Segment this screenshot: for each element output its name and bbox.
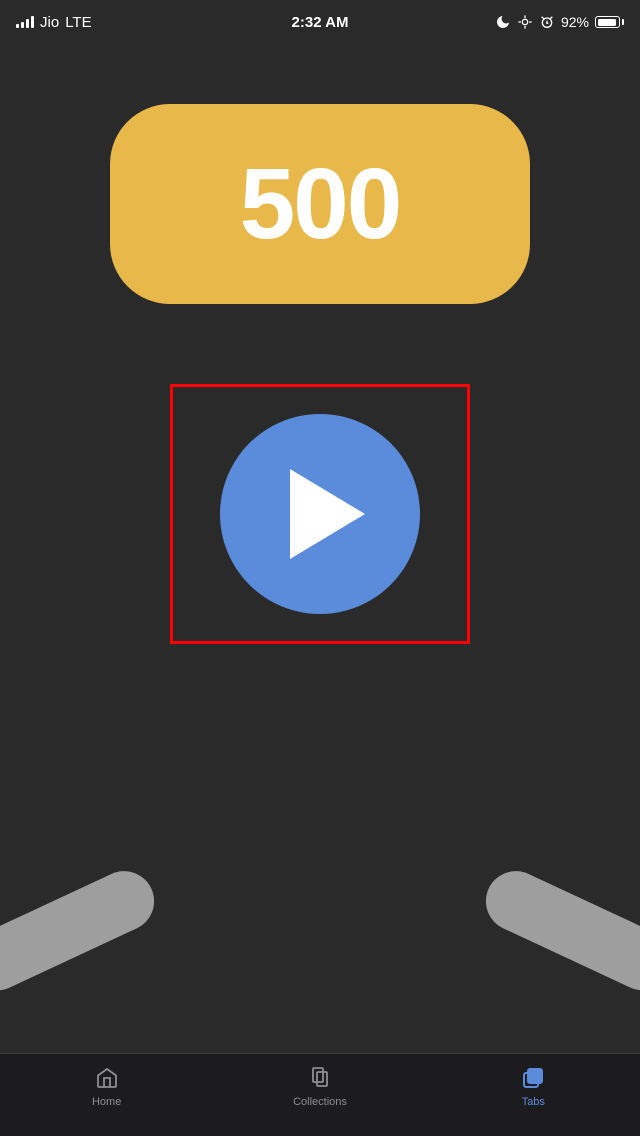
flipper-left[interactable] bbox=[0, 861, 164, 1000]
carrier-label: Jio bbox=[40, 14, 59, 31]
score-pill: 500 bbox=[110, 104, 530, 304]
alarm-icon bbox=[539, 14, 555, 30]
status-right: 92% bbox=[495, 14, 624, 30]
collections-icon bbox=[306, 1064, 334, 1092]
home-icon bbox=[93, 1064, 121, 1092]
play-button[interactable] bbox=[220, 414, 420, 614]
tab-bar: Home Collections Tabs bbox=[0, 1053, 640, 1136]
tab-home[interactable]: Home bbox=[0, 1064, 213, 1108]
tab-collections[interactable]: Collections bbox=[213, 1064, 426, 1108]
battery-percent-label: 92% bbox=[561, 14, 589, 30]
tab-home-label: Home bbox=[92, 1096, 121, 1108]
moon-icon bbox=[495, 14, 511, 30]
signal-icon bbox=[16, 16, 34, 28]
flipper-right[interactable] bbox=[476, 861, 640, 1000]
status-left: Jio LTE bbox=[16, 14, 92, 31]
tab-tabs[interactable]: Tabs bbox=[427, 1064, 640, 1108]
play-triangle-icon bbox=[290, 469, 365, 559]
rotation-lock-icon bbox=[517, 14, 533, 30]
play-area[interactable] bbox=[170, 384, 470, 644]
score-value: 500 bbox=[240, 147, 401, 262]
status-time: 2:32 AM bbox=[292, 14, 349, 31]
tab-tabs-label: Tabs bbox=[522, 1096, 545, 1108]
network-label: LTE bbox=[65, 14, 91, 31]
flippers-container bbox=[0, 943, 640, 1003]
status-bar: Jio LTE 2:32 AM 92% bbox=[0, 0, 640, 44]
tab-collections-label: Collections bbox=[293, 1096, 347, 1108]
main-content: 500 bbox=[0, 44, 640, 1053]
battery-icon bbox=[595, 16, 624, 28]
tabs-icon bbox=[519, 1064, 547, 1092]
